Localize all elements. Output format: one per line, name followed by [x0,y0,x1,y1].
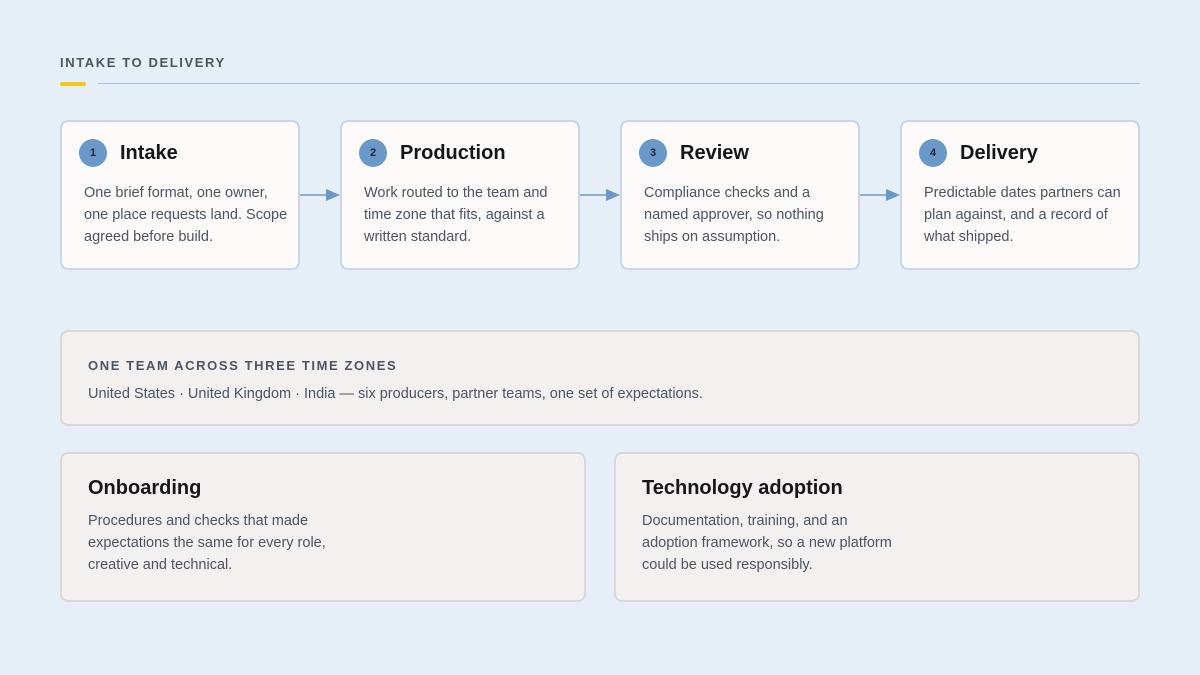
step-title: Delivery [960,142,1038,164]
step-description: Work routed to the team and time zone th… [364,185,548,245]
step-description: Compliance checks and a named approver, … [644,185,824,245]
step-number-badge: 2 [359,139,387,167]
card-description: Procedures and checks that made expectat… [88,513,326,573]
team-panel: ONE TEAM ACROSS THREE TIME ZONES United … [60,330,1140,426]
step-card-production: 2 Production Work routed to the team and… [340,120,580,270]
arrow-right-icon [860,189,900,201]
card-title: Technology adoption [642,477,843,499]
section-eyebrow: INTAKE TO DELIVERY [60,55,226,70]
header-rule [98,83,1140,84]
card-onboarding: Onboarding Procedures and checks that ma… [60,452,586,602]
step-card-review: 3 Review Compliance checks and a named a… [620,120,860,270]
step-title: Review [680,142,749,164]
step-number-badge: 1 [79,139,107,167]
step-title: Production [400,142,506,164]
team-text: United States · United Kingdom · India —… [88,386,703,402]
team-label: ONE TEAM ACROSS THREE TIME ZONES [88,358,398,373]
step-card-delivery: 4 Delivery Predictable dates partners ca… [900,120,1140,270]
card-description: Documentation, training, and an adoption… [642,513,892,573]
arrow-right-icon [300,189,340,201]
card-technology-adoption: Technology adoption Documentation, train… [614,452,1140,602]
step-number-badge: 4 [919,139,947,167]
arrow-right-icon [580,189,620,201]
step-card-intake: 1 Intake One brief format, one owner, on… [60,120,300,270]
step-description: One brief format, one owner, one place r… [84,185,288,245]
card-title: Onboarding [88,477,202,499]
accent-bar [60,82,86,86]
step-title: Intake [120,142,178,164]
step-number-badge: 3 [639,139,667,167]
step-description: Predictable dates partners can plan agai… [924,185,1121,245]
